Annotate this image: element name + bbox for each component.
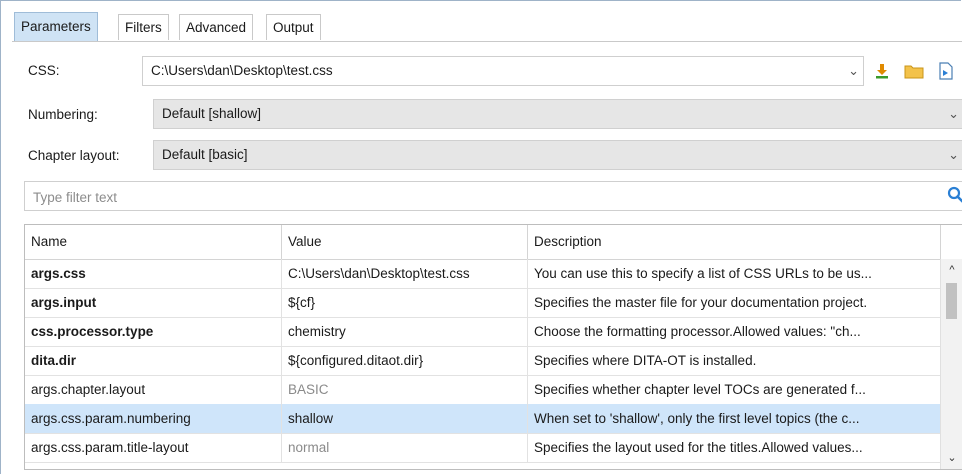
search-icon[interactable] (947, 186, 962, 207)
table-row[interactable]: args.input ${cf} Specifies the master file… (25, 288, 941, 318)
numbering-select[interactable]: Default [shallow] ⌄ (153, 99, 962, 129)
numbering-label: Numbering: (28, 107, 98, 122)
cell-name[interactable]: args.css.param.title-layout (25, 433, 282, 462)
cell-description[interactable]: You can use this to specify a list of CS… (528, 259, 941, 288)
chapter-layout-select[interactable]: Default [basic] ⌄ (153, 140, 962, 170)
cell-name[interactable]: args.css (25, 259, 282, 288)
cell-name[interactable]: dita.dir (25, 346, 282, 375)
tab-divider (12, 41, 962, 42)
column-header-name[interactable]: Name (25, 225, 282, 259)
tab-output[interactable]: Output (266, 14, 321, 40)
cell-description[interactable]: Choose the formatting processor.Allowed … (528, 317, 941, 346)
filter-box (24, 181, 962, 211)
cell-name[interactable]: args.input (25, 288, 282, 317)
tab-advanced[interactable]: Advanced (179, 14, 254, 40)
cell-name[interactable]: args.chapter.layout (25, 375, 282, 404)
chevron-down-icon[interactable]: ⌄ (948, 141, 959, 169)
column-header-value[interactable]: Value (282, 225, 528, 259)
cell-name[interactable]: css.processor.type (25, 317, 282, 346)
table-row[interactable]: args.chapter.layout BASIC Specifies whethe… (25, 375, 941, 405)
folder-icon[interactable] (903, 60, 925, 82)
css-label: CSS: (28, 63, 60, 78)
chevron-down-icon[interactable]: ⌄ (848, 57, 859, 85)
vertical-scrollbar[interactable]: ^ ⌄ (940, 259, 962, 469)
cell-description[interactable]: Specifies the layout used for the titles… (528, 433, 941, 462)
cell-description[interactable]: Specifies the master file for your docum… (528, 288, 941, 317)
scroll-down-icon[interactable]: ⌄ (941, 449, 962, 467)
tab-filters[interactable]: Filters (118, 14, 169, 40)
cell-value[interactable]: shallow (282, 404, 528, 433)
table-row[interactable]: args.css.param.title-layout normal Specifi… (25, 433, 941, 463)
scroll-thumb[interactable] (946, 283, 957, 319)
parameters-table: Name Value Description args.css C:\Users\… (24, 224, 962, 470)
chapter-layout-value: Default [basic] (162, 147, 248, 162)
cell-value[interactable]: normal (282, 433, 528, 462)
cell-value[interactable]: ${configured.ditaot.dir} (282, 346, 528, 375)
tab-parameters[interactable]: Parameters (14, 12, 98, 42)
filter-input[interactable] (31, 186, 915, 208)
table-row[interactable]: css.processor.type chemistry Choose the fo… (25, 317, 941, 347)
table-row[interactable]: args.css.param.numbering shallow When set … (25, 404, 941, 434)
download-icon[interactable] (871, 60, 893, 82)
cell-value[interactable]: ${cf} (282, 288, 528, 317)
css-combo[interactable]: C:\Users\dan\Desktop\test.css ⌄ (142, 56, 864, 86)
css-value[interactable]: C:\Users\dan\Desktop\test.css (151, 57, 333, 85)
cell-description[interactable]: When set to 'shallow', only the first le… (528, 404, 941, 433)
numbering-value: Default [shallow] (162, 106, 262, 121)
cell-value[interactable]: BASIC (282, 375, 528, 404)
insert-file-icon[interactable] (935, 60, 957, 82)
cell-name[interactable]: args.css.param.numbering (25, 404, 282, 433)
table-header: Name Value Description (25, 225, 941, 260)
chapter-layout-label: Chapter layout: (28, 148, 120, 163)
cell-description[interactable]: Specifies whether chapter level TOCs are… (528, 375, 941, 404)
cell-value[interactable]: C:\Users\dan\Desktop\test.css (282, 259, 528, 288)
cell-value[interactable]: chemistry (282, 317, 528, 346)
tab-strip: Parameters Filters Advanced Output (0, 0, 962, 44)
scroll-up-icon[interactable]: ^ (941, 261, 962, 279)
table-row[interactable]: args.css C:\Users\dan\Desktop\test.css You… (25, 259, 941, 289)
cell-description[interactable]: Specifies where DITA-OT is installed. (528, 346, 941, 375)
chevron-down-icon[interactable]: ⌄ (948, 100, 959, 128)
table-row[interactable]: dita.dir ${configured.ditaot.dir} Specifie… (25, 346, 941, 376)
column-header-description[interactable]: Description (528, 225, 941, 259)
